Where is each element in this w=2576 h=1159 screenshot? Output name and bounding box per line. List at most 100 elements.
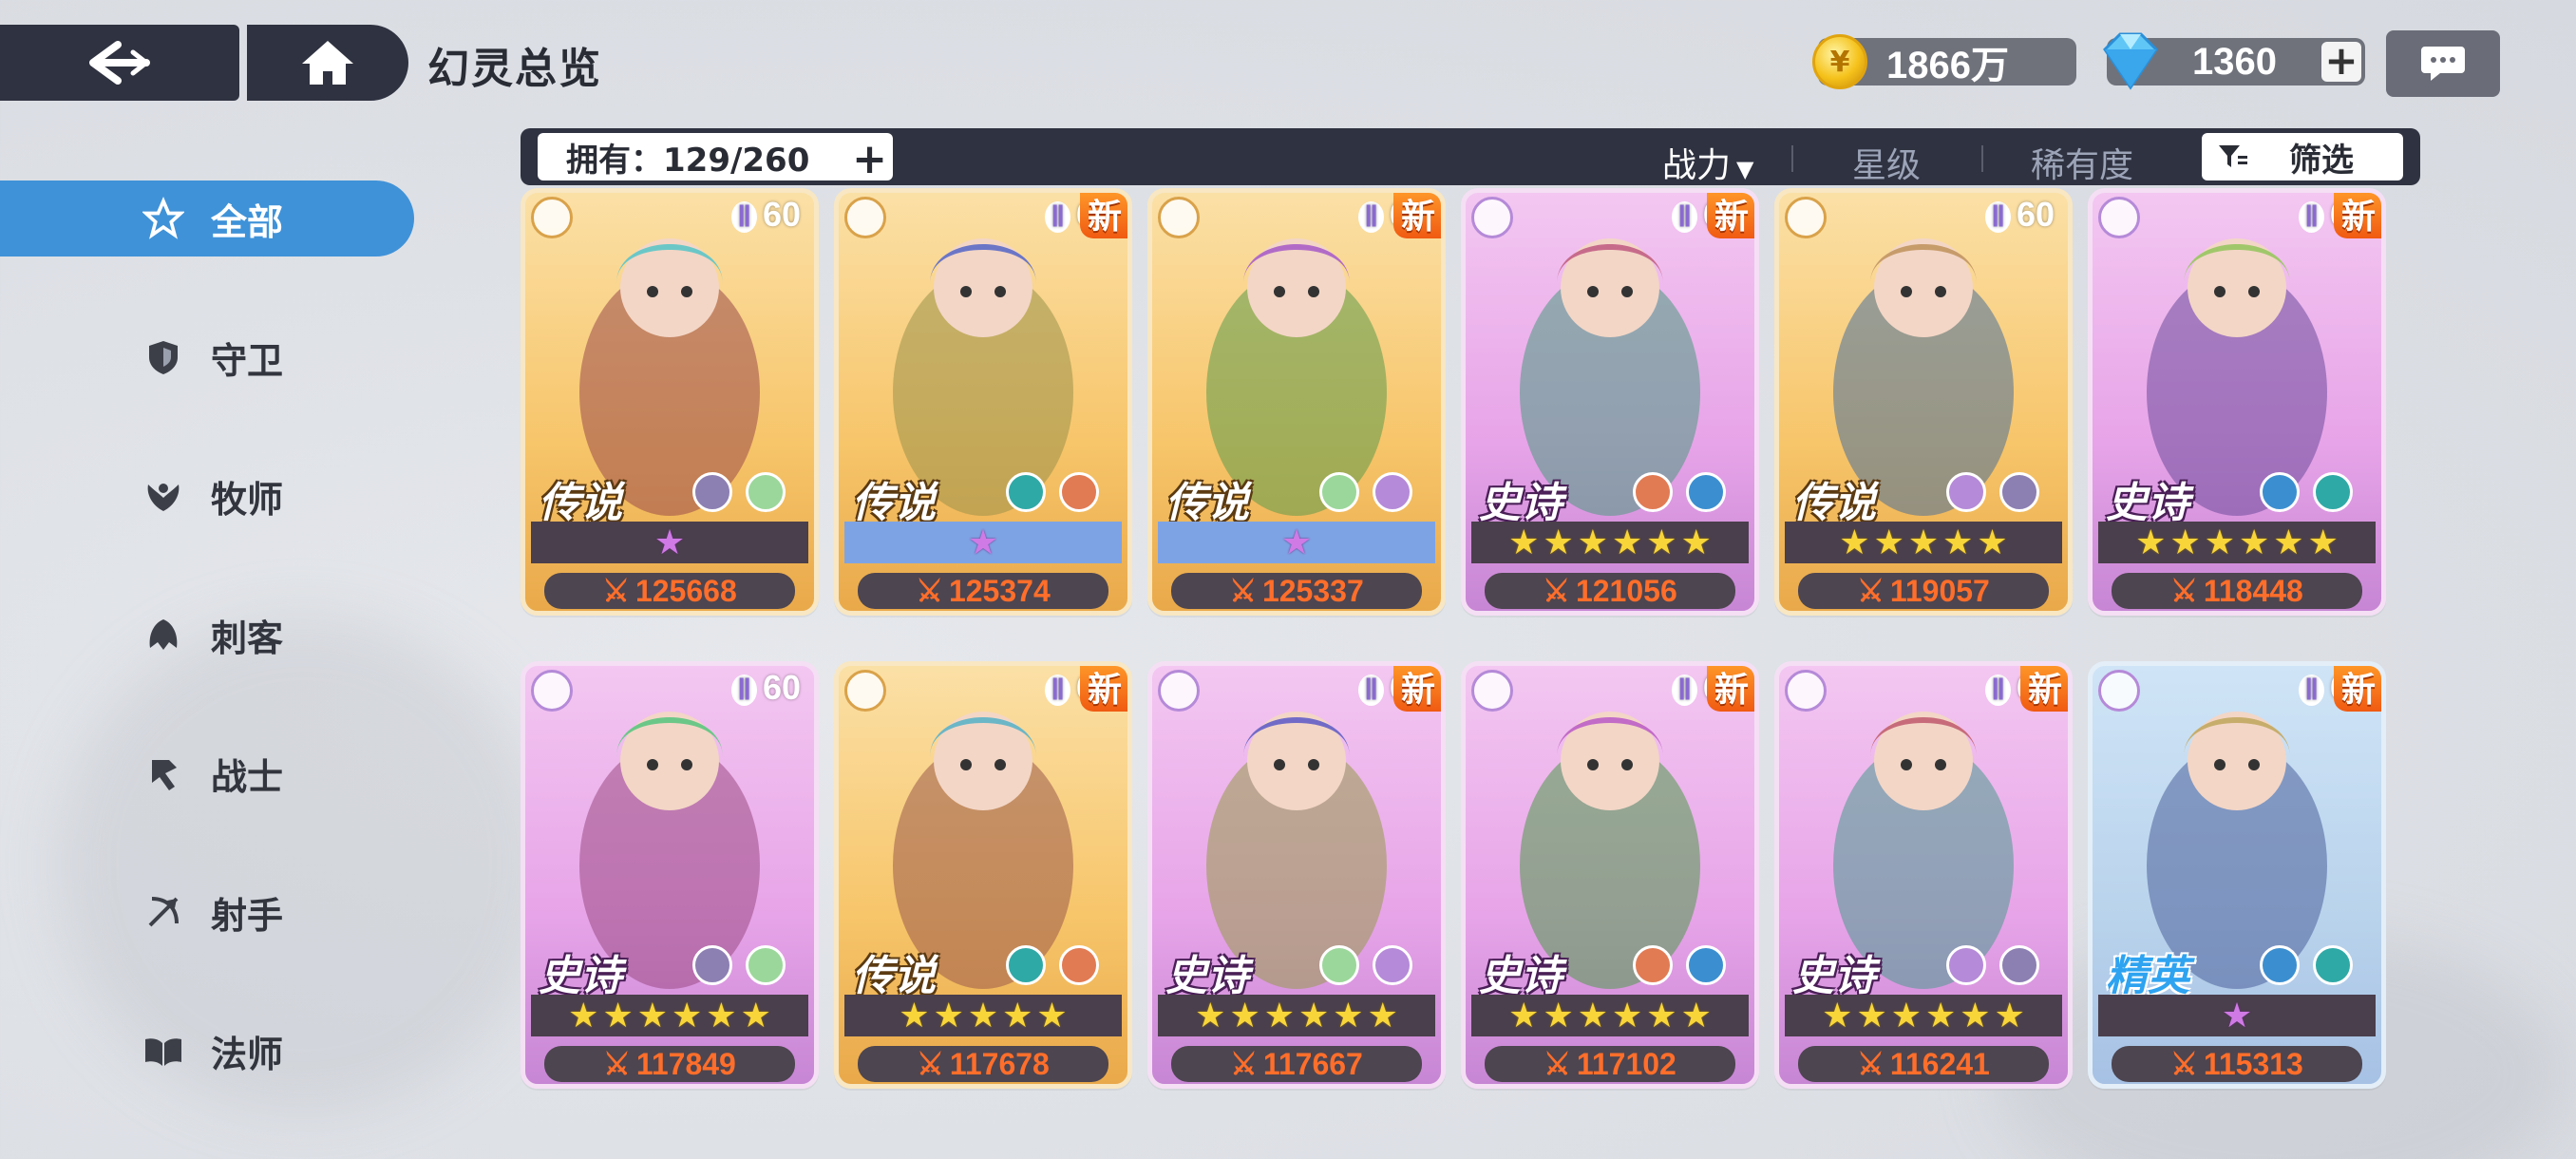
new-badge: 新 xyxy=(1079,193,1127,238)
sidebar-item-archer[interactable]: 射手 xyxy=(0,874,414,950)
star-icon: ★ xyxy=(1942,522,1974,562)
sidebar-item-warrior[interactable]: 战士 xyxy=(0,735,414,811)
hero-card-grid: 60传说★⚔12566860新传说★⚔12537460新传说★⚔12533760… xyxy=(521,188,2420,1100)
rarity-label: 传说 xyxy=(852,479,936,527)
power-number: 116241 xyxy=(1889,1046,1990,1081)
power-value: ⚔ 117102 xyxy=(1485,1046,1735,1082)
rarity-label: 史诗 xyxy=(1792,952,1876,1000)
new-badge: 新 xyxy=(2333,666,2381,712)
hero-portrait xyxy=(2093,666,2381,989)
back-button[interactable] xyxy=(0,25,239,101)
home-button[interactable] xyxy=(247,25,408,101)
element-icon xyxy=(1373,945,1412,985)
expand-plus-icon: + xyxy=(852,135,887,183)
back-arrow-icon xyxy=(89,41,151,85)
sidebar-item-label: 牧师 xyxy=(211,478,284,521)
crossed-swords-icon: ⚔ xyxy=(1857,574,1885,608)
power-number: 115313 xyxy=(2203,1046,2303,1081)
filter-bar: 拥有：129/260 + 战力 ▼ 星级 稀有度 筛选 xyxy=(521,128,2420,185)
star-icon: ★ xyxy=(1508,996,1540,1036)
element-icon xyxy=(1686,945,1726,985)
filter-button[interactable]: 筛选 xyxy=(2202,133,2403,180)
sort-rarity-tab[interactable]: 稀有度 xyxy=(2031,138,2133,187)
hero-card[interactable]: 60新传说★★★★★⚔117678 xyxy=(834,661,1132,1089)
rarity-label: 传说 xyxy=(539,479,622,527)
star-rating: ★ ★ ★ ★ ★ ★ xyxy=(531,995,808,1036)
star-icon: ★ xyxy=(1508,522,1540,562)
power-value: ⚔ 116241 xyxy=(1798,1046,2049,1082)
hero-card[interactable]: 60史诗★★★★★★⚔117849 xyxy=(521,661,819,1089)
class-icon xyxy=(1471,670,1513,712)
crossed-swords-icon: ⚔ xyxy=(603,1047,631,1081)
star-rating: ★ ★ ★ ★ ★ ★ xyxy=(1785,995,2062,1036)
hero-card[interactable]: 60新史诗★★★★★★⚔116241 xyxy=(1774,661,2073,1089)
new-badge: 新 xyxy=(1706,666,1754,712)
star-icon: ★ xyxy=(1680,996,1712,1036)
rarity-label: 史诗 xyxy=(2106,479,2189,527)
power-value: ⚔ 121056 xyxy=(1485,573,1735,609)
element-icon xyxy=(1006,472,1046,512)
star-rating: ★ ★ ★ ★ ★ ★ xyxy=(2098,522,2376,563)
sidebar-item-label: 法师 xyxy=(211,1033,284,1075)
hero-portrait xyxy=(1152,666,1441,989)
hero-portrait xyxy=(839,193,1127,516)
sidebar-item-assassin[interactable]: 刺客 xyxy=(0,597,414,673)
chat-button[interactable] xyxy=(2386,30,2500,97)
hero-card[interactable]: 60新史诗★★★★★★⚔117102 xyxy=(1461,661,1759,1089)
star-icon: ★ xyxy=(1994,996,2025,1036)
element-icon xyxy=(2313,945,2353,985)
hero-card[interactable]: 60传说★★★★★⚔119057 xyxy=(1774,188,2073,616)
crossed-swords-icon: ⚔ xyxy=(1544,1047,1571,1081)
element-icon xyxy=(2260,472,2300,512)
star-icon: ★ xyxy=(967,996,999,1036)
rarity-label: 传说 xyxy=(1792,479,1876,527)
sidebar-item-label: 守卫 xyxy=(211,339,284,382)
star-icon: ★ xyxy=(1977,522,2008,562)
star-icon: ★ xyxy=(1612,522,1643,562)
star-icon: ★ xyxy=(2307,522,2339,562)
hero-card[interactable]: 60新史诗★★★★★★⚔117667 xyxy=(1147,661,1446,1089)
add-gems-button[interactable]: + xyxy=(2321,41,2361,82)
hero-card[interactable]: 60新史诗★★★★★★⚔121056 xyxy=(1461,188,1759,616)
sidebar-item-guard[interactable]: 守卫 xyxy=(0,319,414,395)
hero-card[interactable]: 60新史诗★★★★★★⚔118448 xyxy=(2088,188,2386,616)
sort-stars-tab[interactable]: 星级 xyxy=(1852,138,1921,187)
power-value: ⚔ 125337 xyxy=(1171,573,1422,609)
element-icon xyxy=(1059,472,1099,512)
star-icon: ★ xyxy=(2135,522,2167,562)
class-icon xyxy=(531,197,573,238)
hero-card[interactable]: 60 传说 ★ ⚔125668 xyxy=(521,188,819,616)
star-icon: ★ xyxy=(1543,522,1574,562)
element-icon xyxy=(1686,472,1726,512)
crossed-swords-icon: ⚔ xyxy=(1543,574,1570,608)
star-icon: ★ xyxy=(1367,996,1398,1036)
owned-counter[interactable]: 拥有：129/260 + xyxy=(538,133,893,183)
rarity-label: 史诗 xyxy=(1165,952,1249,1000)
star-icon: ★ xyxy=(636,996,668,1036)
power-number: 125337 xyxy=(1261,573,1364,608)
star-icon: ★ xyxy=(1856,996,1887,1036)
star-icon: ★ xyxy=(1333,996,1364,1036)
rarity-label: 史诗 xyxy=(1479,952,1563,1000)
crossed-swords-icon: ⚔ xyxy=(1857,1047,1885,1081)
hero-card[interactable]: 60新精英★⚔115313 xyxy=(2088,661,2386,1089)
star-rating: ★ ★ ★ ★ ★ xyxy=(1785,522,2062,563)
element-icon xyxy=(2260,945,2300,985)
sidebar-item-label: 刺客 xyxy=(211,617,284,659)
hero-card[interactable]: 60新传说★⚔125374 xyxy=(834,188,1132,616)
element-icon xyxy=(1059,945,1099,985)
star-icon: ★ xyxy=(1960,996,1991,1036)
sidebar-item-all[interactable]: 全部 xyxy=(0,180,414,256)
star-icon: ★ xyxy=(1925,996,1957,1036)
sidebar-item-label: 射手 xyxy=(211,894,284,937)
crossed-swords-icon: ⚔ xyxy=(916,574,943,608)
star-icon: ★ xyxy=(1543,996,1574,1036)
hero-portrait xyxy=(1466,666,1754,989)
sidebar-item-priest[interactable]: 牧师 xyxy=(0,458,414,534)
hero-level: 60 xyxy=(1985,195,2055,235)
hero-card[interactable]: 60新传说★⚔125337 xyxy=(1147,188,1446,616)
sidebar-item-mage[interactable]: 法师 xyxy=(0,1013,414,1089)
star-rating: ★ xyxy=(844,522,1122,563)
hero-portrait xyxy=(525,666,814,989)
sort-power-tab[interactable]: 战力 ▼ xyxy=(1662,138,1753,187)
